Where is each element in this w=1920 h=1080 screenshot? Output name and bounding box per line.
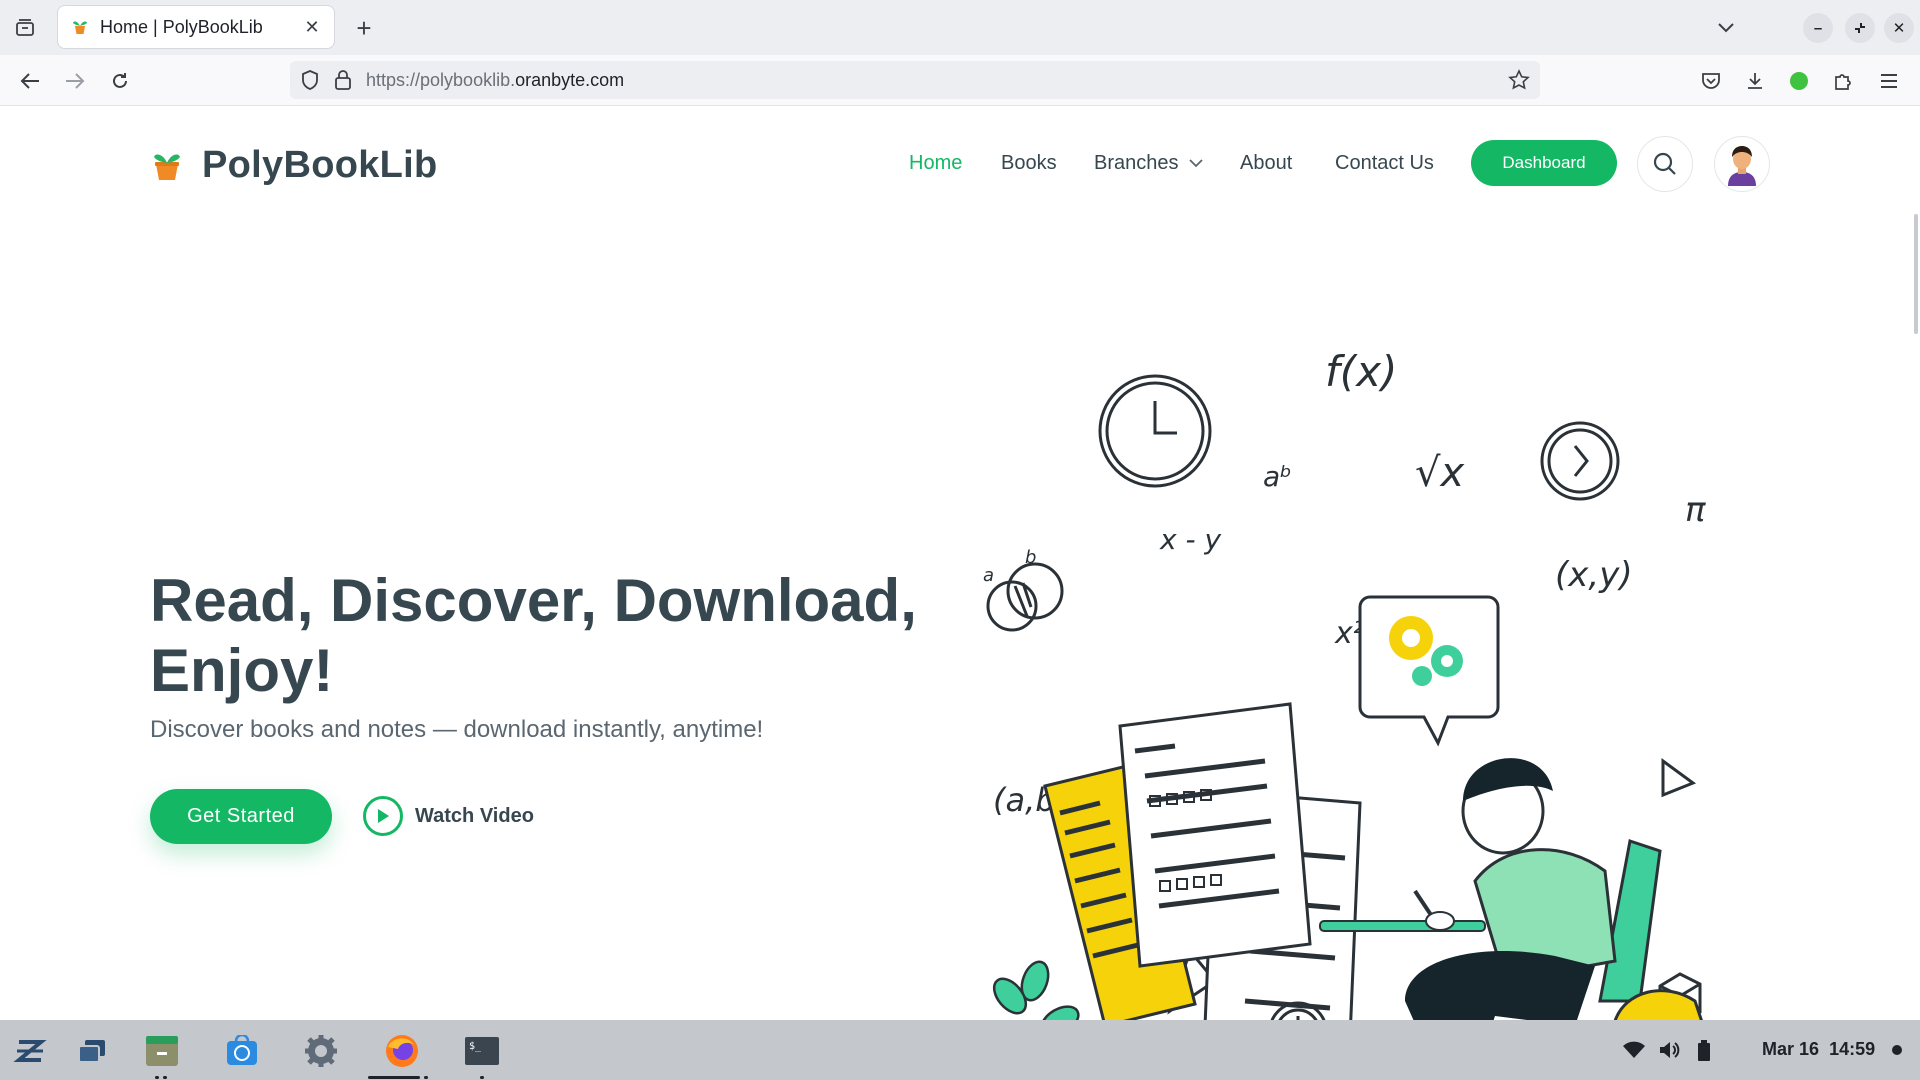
restore-window-icon[interactable] [1845, 13, 1875, 43]
svg-text:$_: $_ [469, 1041, 482, 1052]
hero-title-line1: Read, Discover, Download, [150, 567, 917, 634]
search-button[interactable] [1637, 136, 1693, 192]
system-taskbar: $_ Mar 16 14:59 [0, 1020, 1920, 1080]
student-figure-icon [1319, 758, 1662, 1020]
shield-icon[interactable] [300, 69, 320, 91]
hero-illustration: f(x) √x aᵇ x - y x² π (x,y) (a,b) a b [983, 347, 1706, 1020]
firefox-running-indicator [368, 1076, 420, 1079]
workspaces-icon[interactable] [73, 1032, 111, 1070]
nav-books[interactable]: Books [1001, 152, 1057, 175]
clock-large-icon [1098, 374, 1212, 488]
terminal-running-indicator [480, 1076, 484, 1079]
hamburger-menu-icon[interactable] [1875, 67, 1903, 95]
browser-tab-home[interactable]: Home | PolyBookLib ✕ [58, 6, 334, 48]
nav-branches[interactable]: Branches [1094, 152, 1203, 175]
url-bar[interactable]: https://polybooklib.oranbyte.com [290, 61, 1540, 99]
get-started-button[interactable]: Get Started [150, 789, 332, 844]
nav-contact[interactable]: Contact Us [1335, 152, 1434, 175]
plant-leaves-icon [992, 960, 1080, 1020]
chevron-down-icon [1188, 159, 1203, 168]
files-running-indicator [155, 1076, 159, 1079]
chevron-down-icon[interactable] [1712, 14, 1740, 42]
nav-home[interactable]: Home [909, 152, 962, 175]
battery-icon[interactable] [1697, 1040, 1711, 1062]
hero-title-line2: Enjoy! [150, 637, 334, 704]
nav-branches-label: Branches [1094, 152, 1179, 174]
play-icon [363, 796, 403, 836]
dashboard-button[interactable]: Dashboard [1471, 140, 1617, 186]
nav-about[interactable]: About [1240, 152, 1292, 175]
volume-icon[interactable] [1658, 1040, 1680, 1060]
plant-pot-icon [154, 154, 180, 180]
plant-favicon-icon [73, 21, 87, 34]
firefox-icon[interactable] [383, 1032, 421, 1070]
formula-sqrt: √x [1415, 450, 1464, 496]
formula-ab: aᵇ [1263, 460, 1292, 493]
bookmark-star-icon[interactable] [1508, 69, 1530, 91]
minimize-window-icon[interactable]: – [1803, 13, 1833, 43]
browser-tabbar: Home | PolyBookLib ✕ + – ✕ [0, 0, 1920, 55]
gear-speech-bubble-icon [1358, 595, 1500, 747]
site-logo[interactable]: PolyBookLib [150, 144, 438, 187]
hero-title: Read, Discover, Download, Enjoy! [150, 566, 950, 706]
forward-arrow-icon[interactable] [61, 67, 89, 95]
close-tab-icon[interactable]: ✕ [302, 17, 322, 37]
lock-icon[interactable] [334, 69, 352, 91]
files-running-indicator-2 [163, 1076, 167, 1079]
clock-small-icon [1540, 421, 1620, 501]
reload-icon[interactable] [106, 67, 134, 95]
user-avatar[interactable] [1714, 136, 1770, 192]
url-text: https://polybooklib.oranbyte.com [366, 70, 625, 90]
back-arrow-icon[interactable] [16, 67, 44, 95]
tab-list-icon[interactable] [12, 15, 38, 41]
settings-gear-icon[interactable] [302, 1032, 340, 1070]
new-tab-icon[interactable]: + [350, 13, 378, 43]
user-avatar-icon [1728, 146, 1756, 186]
taskbar-clock[interactable]: Mar 16 14:59 [1762, 1039, 1875, 1060]
browser-navbar: https://polybooklib.oranbyte.com [0, 55, 1920, 106]
formula-pi: π [1685, 490, 1706, 530]
downloads-icon[interactable] [1741, 67, 1769, 95]
formula-xy-pair: (x,y) [1555, 555, 1633, 595]
search-icon [1653, 152, 1676, 175]
close-window-icon[interactable]: ✕ [1884, 13, 1914, 43]
hero-subtitle: Discover books and notes — download inst… [150, 716, 764, 743]
files-icon[interactable] [143, 1032, 181, 1070]
terminal-icon[interactable]: $_ [463, 1032, 501, 1070]
brand-name: PolyBookLib [202, 144, 438, 186]
extensions-puzzle-icon[interactable] [1829, 67, 1857, 95]
software-store-icon[interactable] [223, 1032, 261, 1070]
watch-video-button[interactable]: Watch Video [363, 796, 534, 836]
pocket-icon[interactable] [1697, 67, 1725, 95]
watch-video-label: Watch Video [415, 804, 534, 827]
venn-diagram-icon [986, 562, 1064, 632]
formula-x-minus-y: x - y [1159, 523, 1221, 556]
web-page: PolyBookLib Home Books Branches About Co… [0, 106, 1920, 1020]
clock-time: 14:59 [1829, 1039, 1876, 1059]
firefox-running-indicator-2 [424, 1076, 428, 1079]
paper-front-icon [1118, 702, 1312, 968]
notification-dot-icon[interactable] [1892, 1045, 1902, 1055]
formula-fx: f(x) [1325, 347, 1397, 396]
wifi-icon[interactable] [1622, 1040, 1646, 1060]
extension-status-icon[interactable] [1785, 67, 1813, 95]
venn-label-a: a [983, 565, 994, 586]
tab-title: Home | PolyBookLib [100, 16, 263, 37]
zorin-menu-icon[interactable] [11, 1032, 49, 1070]
page-scrollbar[interactable] [1914, 214, 1918, 334]
clock-date: Mar 16 [1762, 1039, 1820, 1059]
